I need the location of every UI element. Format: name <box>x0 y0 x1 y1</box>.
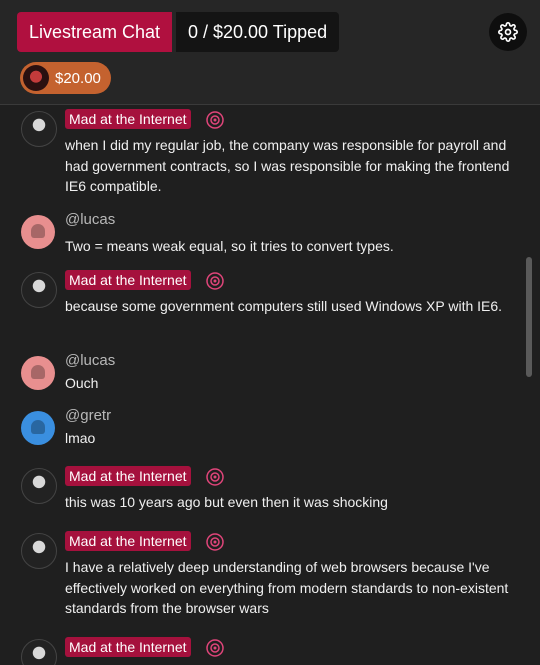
username[interactable]: Mad at the Internet <box>65 466 191 486</box>
settings-button[interactable] <box>489 13 527 51</box>
message-text: I have a relatively deep understanding o… <box>65 559 509 616</box>
message-text: when I did my regular job, the company w… <box>65 137 510 194</box>
username[interactable]: @lucas <box>65 352 115 370</box>
broadcast-icon <box>206 639 224 657</box>
message-text: Ouch <box>65 375 99 391</box>
scrollbar-track[interactable] <box>524 105 540 665</box>
username[interactable]: @gretr <box>65 407 111 425</box>
tip-progress: 0 / $20.00 Tipped <box>176 12 340 52</box>
avatar[interactable] <box>21 533 57 569</box>
username[interactable]: Mad at the Internet <box>65 531 191 551</box>
chat-header: Livestream Chat 0 / $20.00 Tipped $20.00 <box>0 0 540 105</box>
broadcast-icon <box>206 468 224 486</box>
chat-title: Livestream Chat <box>17 12 173 52</box>
message-text: lmao <box>65 430 96 446</box>
username[interactable]: @lucas <box>65 211 115 229</box>
message-text: Two = means weak equal, so it tries to c… <box>65 238 394 254</box>
username[interactable]: Mad at the Internet <box>65 109 191 129</box>
broadcast-icon <box>206 533 224 551</box>
username[interactable]: Mad at the Internet <box>65 270 191 290</box>
avatar[interactable] <box>21 639 57 665</box>
message-text: because some government computers still … <box>65 298 503 314</box>
tip-chip[interactable]: $20.00 <box>20 62 111 94</box>
avatar[interactable] <box>21 356 55 390</box>
tipper-avatar <box>23 65 49 91</box>
avatar[interactable] <box>21 272 57 308</box>
broadcast-icon <box>206 111 224 129</box>
avatar[interactable] <box>21 111 57 147</box>
username[interactable]: Mad at the Internet <box>65 637 191 657</box>
broadcast-icon <box>206 272 224 290</box>
message-text: this was 10 years ago but even then it w… <box>65 494 388 510</box>
avatar[interactable] <box>21 468 57 504</box>
gear-icon <box>498 22 518 42</box>
chat-message-list[interactable]: Mad at the Internet when I did my regula… <box>0 105 524 665</box>
scrollbar-thumb[interactable] <box>526 257 532 377</box>
avatar[interactable] <box>21 215 55 249</box>
tip-amount: $20.00 <box>55 69 101 87</box>
avatar[interactable] <box>21 411 55 445</box>
